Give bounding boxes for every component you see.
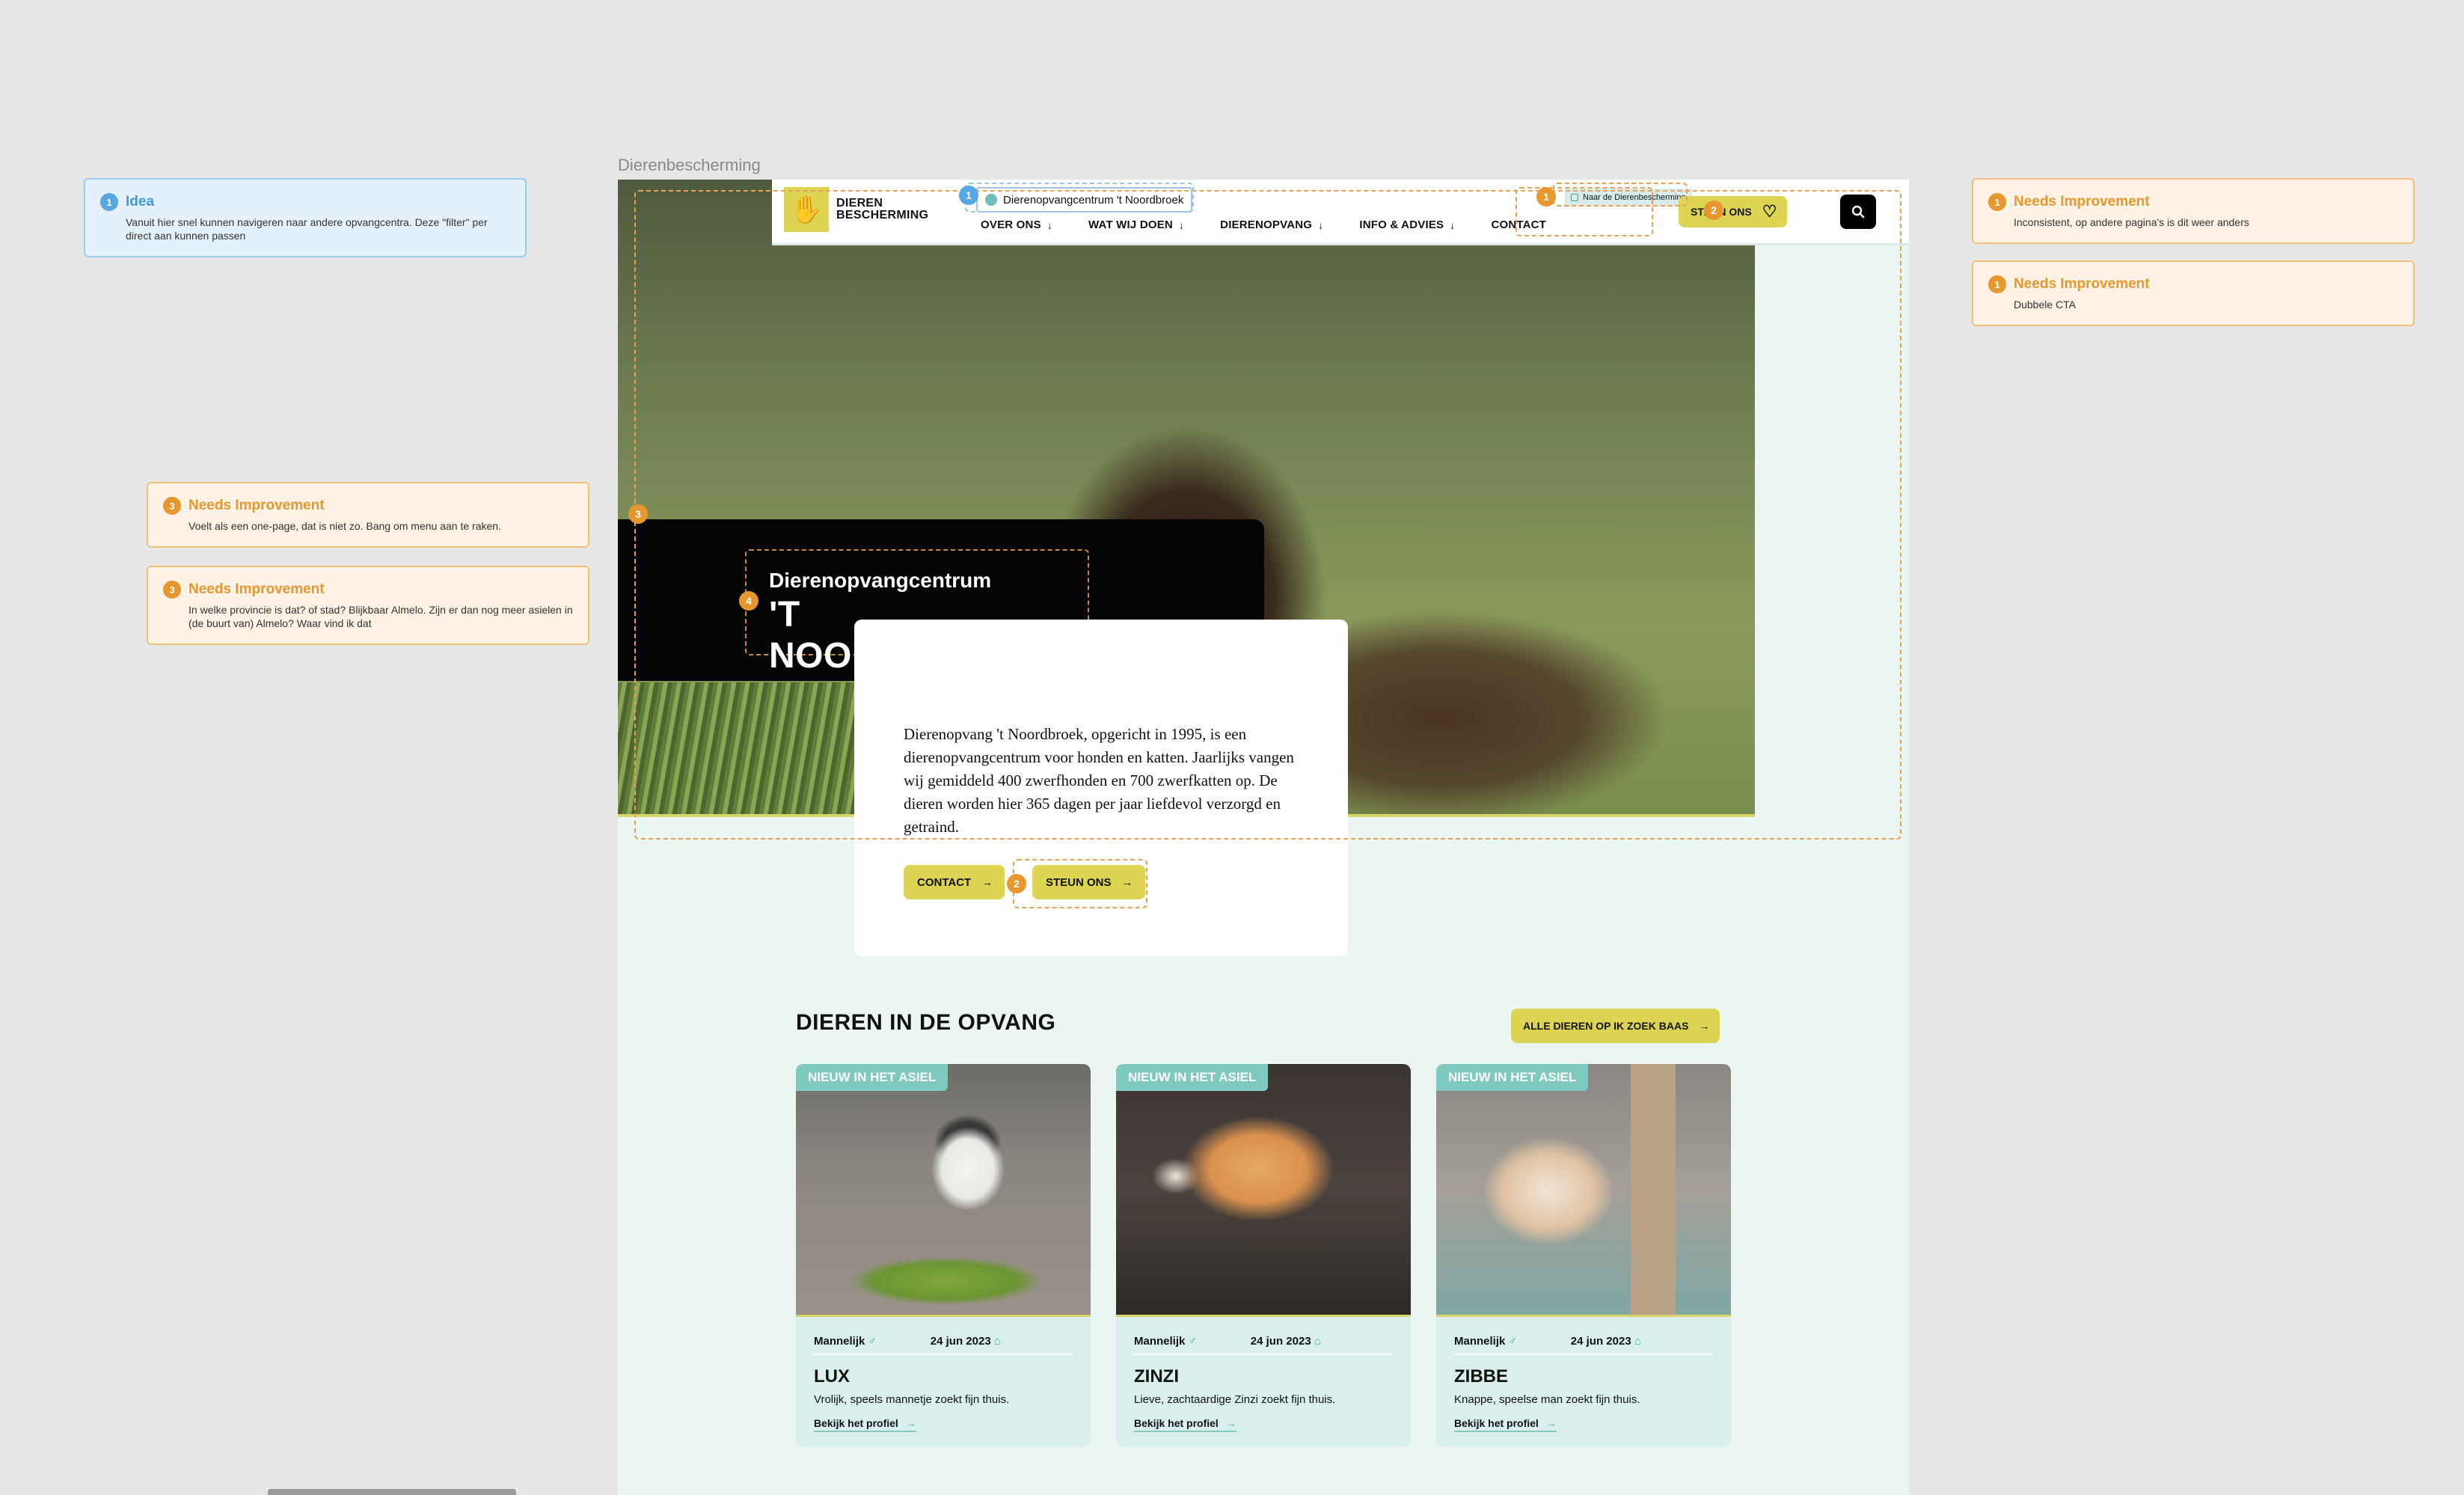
annotation-main-site-link <box>1553 183 1688 207</box>
comment-type: Needs Improvement <box>2014 276 2150 292</box>
comment-location[interactable]: 3 Needs Improvement In welke provincie is… <box>147 566 589 645</box>
annotation-marker[interactable]: 2 <box>1007 874 1026 893</box>
annotation-marker[interactable]: 1 <box>959 186 978 205</box>
arrow-right-icon: → <box>1699 1020 1710 1032</box>
comment-one-page[interactable]: 3 Needs Improvement Voelt als een one-pag… <box>147 482 589 548</box>
animal-card-zinzi[interactable]: NIEUW IN HET ASIEL Mannelijk ♂ 24 jun 20… <box>1116 1064 1411 1447</box>
contact-label: CONTACT <box>917 875 972 889</box>
date-label: 24 jun 2023 <box>930 1335 991 1348</box>
new-badge: NIEUW IN HET ASIEL <box>1436 1064 1589 1091</box>
profile-link[interactable]: Bekijk het profiel → <box>814 1417 916 1432</box>
frame-label: Dierenbescherming <box>618 156 761 174</box>
annotation-shelter-selector <box>965 183 1194 213</box>
arrow-right-icon: → <box>981 875 993 889</box>
all-animals-button[interactable]: ALLE DIEREN OP IK ZOEK BAAS → <box>1511 1009 1720 1043</box>
male-icon: ♂ <box>1508 1335 1517 1348</box>
gender-label: Mannelijk <box>814 1335 865 1348</box>
arrow-right-icon: → <box>1545 1417 1557 1429</box>
animal-name: ZIBBE <box>1454 1366 1508 1387</box>
kitten-photo: NIEUW IN HET ASIEL <box>1436 1064 1731 1317</box>
kitten-photo: NIEUW IN HET ASIEL <box>1116 1064 1411 1317</box>
animal-name: ZINZI <box>1134 1366 1179 1387</box>
comment-number: 1 <box>100 193 118 211</box>
annotation-marker[interactable]: 2 <box>1704 201 1723 220</box>
comment-inconsistent[interactable]: 1 Needs Improvement Inconsistent, op ande… <box>1972 178 2415 244</box>
annotation-marker[interactable]: 3 <box>628 504 648 524</box>
annotation-marker[interactable]: 1 <box>1536 187 1556 207</box>
new-badge: NIEUW IN HET ASIEL <box>1116 1064 1269 1091</box>
kitten-photo: NIEUW IN HET ASIEL <box>796 1064 1091 1317</box>
gender-label: Mannelijk <box>1454 1335 1506 1348</box>
male-icon: ♂ <box>1188 1335 1197 1348</box>
comment-number: 1 <box>1988 275 2006 293</box>
cake-icon: ⌂ <box>993 1335 1001 1348</box>
new-badge: NIEUW IN HET ASIEL <box>796 1064 948 1091</box>
animal-name: LUX <box>814 1366 850 1387</box>
card-meta: Mannelijk ♂ 24 jun 2023 ⌂ <box>814 1335 1073 1355</box>
comment-number: 3 <box>163 497 181 515</box>
all-animals-label: ALLE DIEREN OP IK ZOEK BAAS <box>1523 1020 1689 1032</box>
profile-link[interactable]: Bekijk het profiel → <box>1454 1417 1557 1432</box>
arrow-right-icon: → <box>1225 1417 1236 1429</box>
page-frame: ✋ DIEREN BESCHERMING Dierenopvangcentrum … <box>618 180 1909 1495</box>
animal-description: Lieve, zachtaardige Zinzi zoekt fijn thu… <box>1134 1393 1336 1406</box>
annotation-hero-area <box>634 190 1901 840</box>
profile-link-label: Bekijk het profiel <box>1134 1417 1219 1429</box>
gender-label: Mannelijk <box>1134 1335 1186 1348</box>
profile-link-label: Bekijk het profiel <box>814 1417 898 1429</box>
comment-type: Needs Improvement <box>189 498 325 513</box>
comment-number: 3 <box>163 581 181 599</box>
comment-body: Vanuit hier snel kunnen navigeren naar a… <box>126 216 488 242</box>
profile-link[interactable]: Bekijk het profiel → <box>1134 1417 1236 1432</box>
date-label: 24 jun 2023 <box>1570 1335 1631 1348</box>
comment-body: In welke provincie is dat? of stad? Blij… <box>189 604 573 629</box>
comment-body: Voelt als een one-page, dat is niet zo. … <box>189 520 501 532</box>
comment-double-cta[interactable]: 1 Needs Improvement Dubbele CTA <box>1972 260 2415 326</box>
arrow-right-icon: → <box>905 1417 916 1429</box>
animal-cards: NIEUW IN HET ASIEL Mannelijk ♂ 24 jun 20… <box>796 1064 1731 1447</box>
comment-body: Inconsistent, op andere pagina's is dit … <box>2014 216 2249 228</box>
animal-card-zibbe[interactable]: NIEUW IN HET ASIEL Mannelijk ♂ 24 jun 20… <box>1436 1064 1731 1447</box>
card-meta: Mannelijk ♂ 24 jun 2023 ⌂ <box>1454 1335 1713 1355</box>
contact-button[interactable]: CONTACT → <box>904 865 1005 899</box>
animal-description: Vrolijk, speels mannetje zoekt fijn thui… <box>814 1393 1010 1406</box>
cake-icon: ⌂ <box>1634 1335 1641 1348</box>
comment-number: 1 <box>1988 193 2006 211</box>
animals-section-title: DIEREN IN DE OPVANG <box>796 1010 1056 1035</box>
annotation-intro-donate <box>1013 859 1147 908</box>
comment-body: Dubbele CTA <box>2014 299 2077 311</box>
male-icon: ♂ <box>868 1335 877 1348</box>
canvas-scrollbar[interactable] <box>268 1489 516 1495</box>
cake-icon: ⌂ <box>1314 1335 1321 1348</box>
animal-description: Knappe, speelse man zoekt fijn thuis. <box>1454 1393 1640 1406</box>
comment-type: Idea <box>126 194 155 210</box>
comment-idea-filter[interactable]: 1 Idea Vanuit hier snel kunnen navigeren … <box>84 178 527 257</box>
comment-type: Needs Improvement <box>2014 194 2150 210</box>
card-meta: Mannelijk ♂ 24 jun 2023 ⌂ <box>1134 1335 1393 1355</box>
comment-type: Needs Improvement <box>189 581 325 597</box>
profile-link-label: Bekijk het profiel <box>1454 1417 1539 1429</box>
animal-card-lux[interactable]: NIEUW IN HET ASIEL Mannelijk ♂ 24 jun 20… <box>796 1064 1091 1447</box>
annotation-marker[interactable]: 4 <box>739 591 758 611</box>
date-label: 24 jun 2023 <box>1250 1335 1311 1348</box>
